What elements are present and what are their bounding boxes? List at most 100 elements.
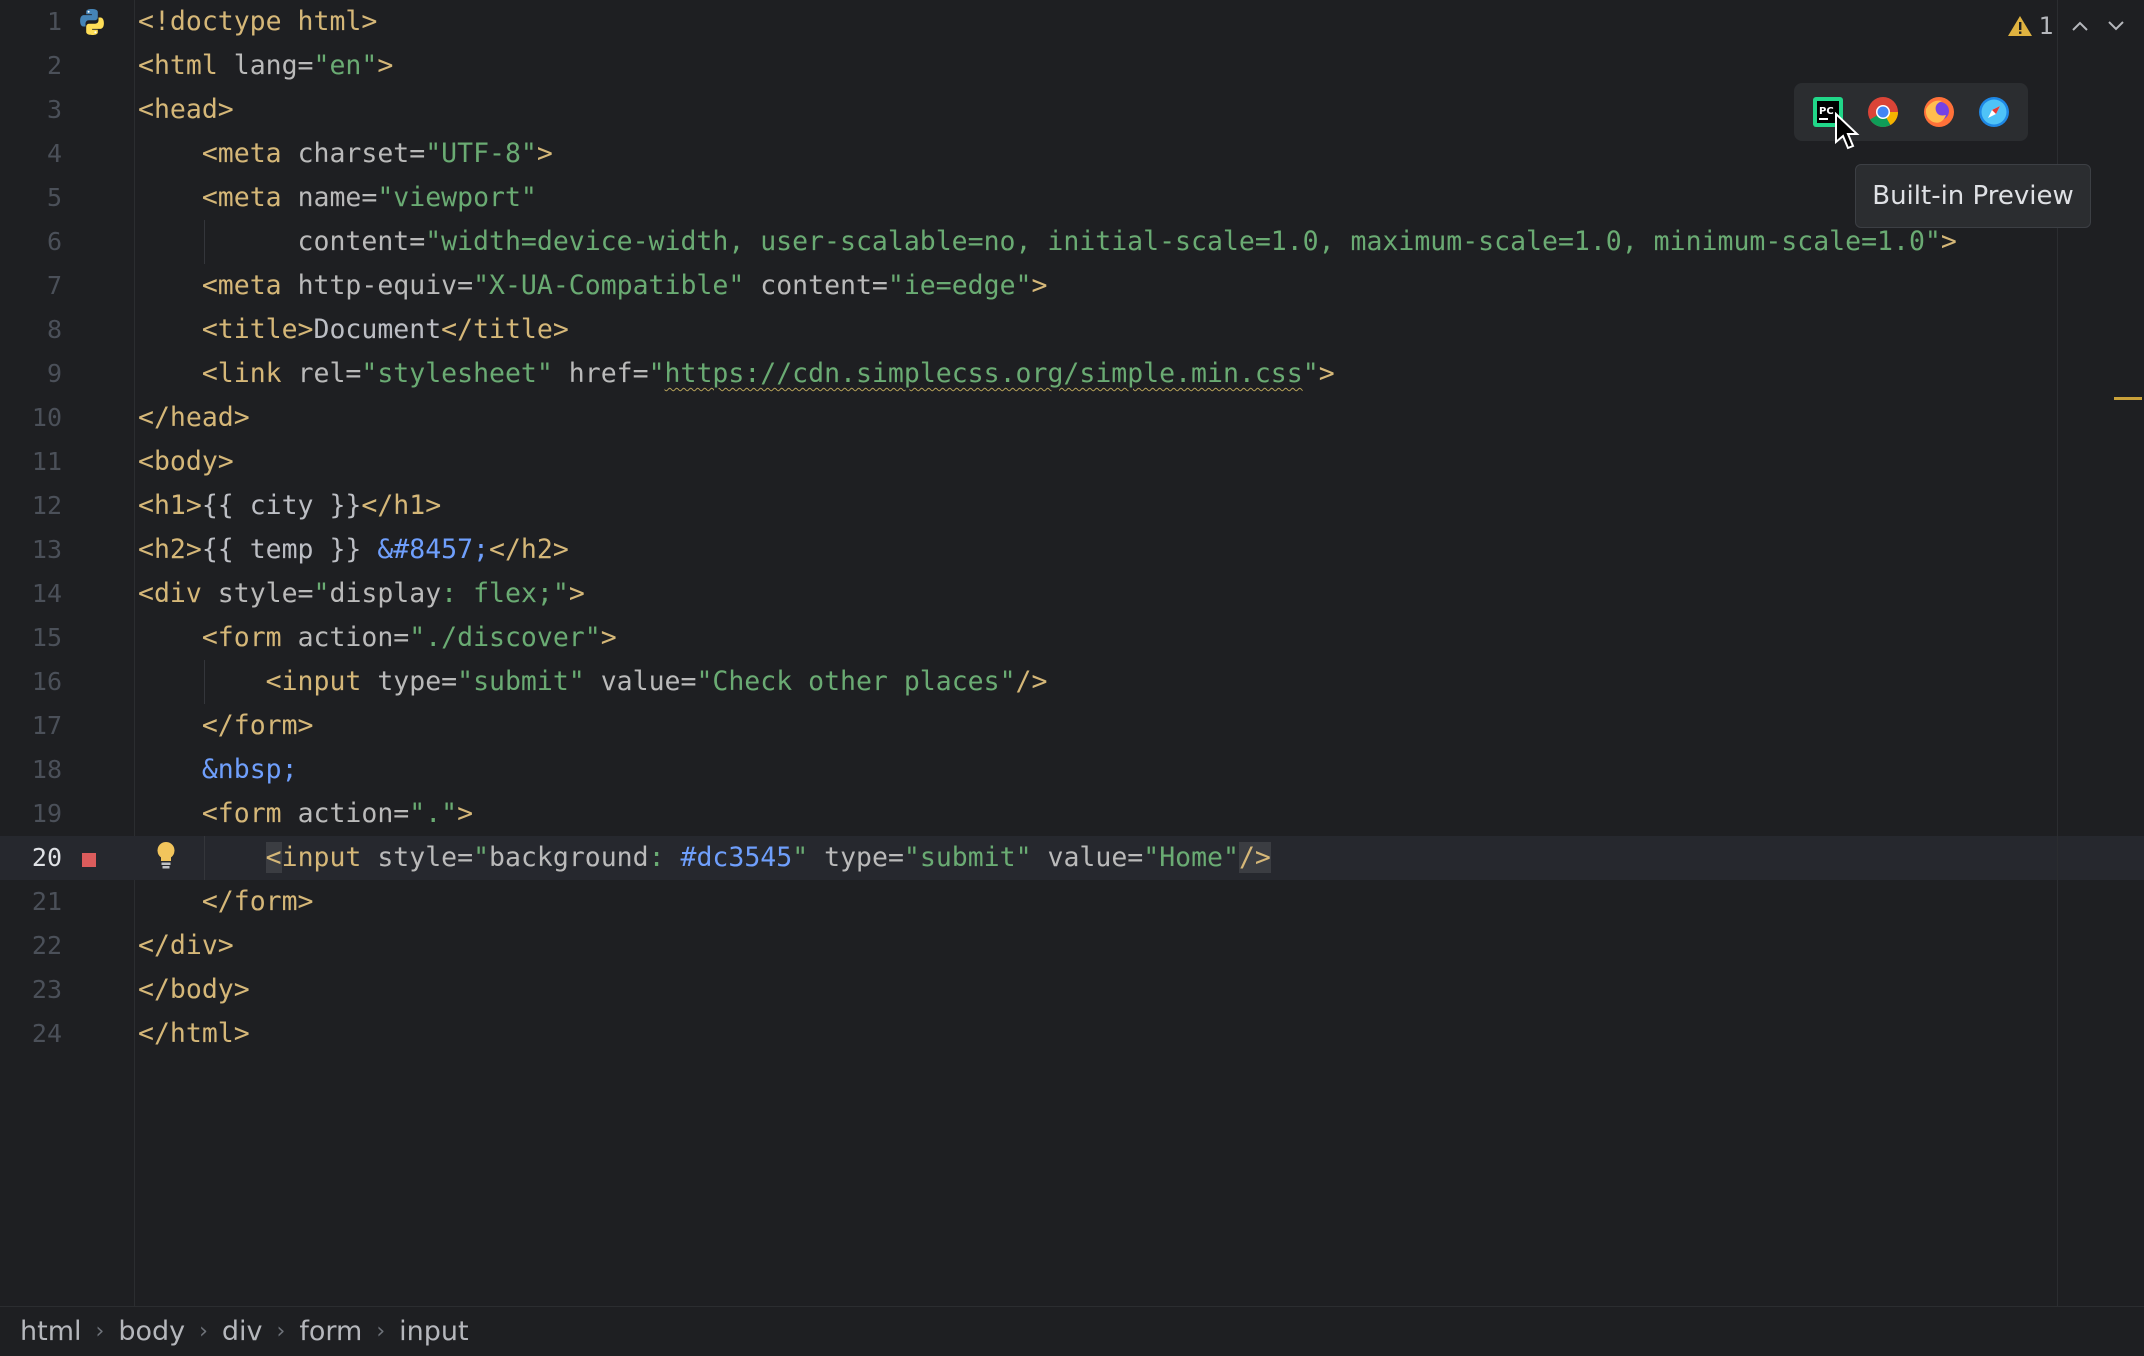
code-line[interactable]: 6 content="width=device-width, user-scal…: [0, 220, 2144, 264]
code-text[interactable]: <div style="display: flex;">: [138, 572, 585, 616]
code-text[interactable]: </div>: [138, 924, 234, 968]
code-text[interactable]: <h2>{{ temp }} &#8457;</h2>: [138, 528, 569, 572]
code-text[interactable]: <head>: [138, 88, 234, 132]
code-token: "./discover": [409, 622, 601, 653]
line-number[interactable]: 6: [0, 220, 62, 264]
code-text[interactable]: </form>: [138, 880, 314, 924]
line-number[interactable]: 8: [0, 308, 62, 352]
line-number[interactable]: 2: [0, 44, 62, 88]
code-text[interactable]: </html>: [138, 1012, 250, 1056]
line-number[interactable]: 3: [0, 88, 62, 132]
code-token: ": [473, 842, 490, 873]
code-text[interactable]: <!doctype html>: [138, 0, 377, 44]
code-line[interactable]: 16 <input type="submit" value="Check oth…: [0, 660, 2144, 704]
code-token: >: [457, 798, 474, 829]
safari-icon[interactable]: [1977, 95, 2011, 129]
code-text[interactable]: <input style="background: #dc3545" type=…: [138, 836, 1271, 880]
code-line[interactable]: 13 <h2>{{ temp }} &#8457;</h2>: [0, 528, 2144, 572]
code-editor[interactable]: 1 <!doctype html> 2 <html lang="en"> 3 <head>…: [0, 0, 2144, 1306]
code-line[interactable]: 18 &nbsp;: [0, 748, 2144, 792]
line-number[interactable]: 15: [0, 616, 62, 660]
code-line[interactable]: 17 </form>: [0, 704, 2144, 748]
inspection-widget[interactable]: 1: [2007, 8, 2126, 44]
code-text[interactable]: </body>: [138, 968, 250, 1012]
chevron-up-icon[interactable]: [2070, 19, 2090, 33]
line-number[interactable]: 12: [0, 484, 62, 528]
code-line[interactable]: 24 </html>: [0, 1012, 2144, 1056]
code-text[interactable]: <meta name="viewport": [138, 176, 537, 220]
line-number[interactable]: 17: [0, 704, 62, 748]
line-number[interactable]: 16: [0, 660, 62, 704]
code-line[interactable]: 22 </div>: [0, 924, 2144, 968]
line-number[interactable]: 19: [0, 792, 62, 836]
code-line[interactable]: 2 <html lang="en">: [0, 44, 2144, 88]
firefox-icon[interactable]: [1922, 95, 1956, 129]
line-number[interactable]: 9: [0, 352, 62, 396]
line-number[interactable]: 13: [0, 528, 62, 572]
warning-counter[interactable]: 1: [2007, 12, 2054, 40]
line-number[interactable]: 10: [0, 396, 62, 440]
code-text[interactable]: <html lang="en">: [138, 44, 393, 88]
line-number[interactable]: 22: [0, 924, 62, 968]
line-number[interactable]: 4: [0, 132, 62, 176]
code-text[interactable]: <title>Document</title>: [138, 308, 569, 352]
chrome-icon[interactable]: [1866, 95, 1900, 129]
code-line[interactable]: 5 <meta name="viewport": [0, 176, 2144, 220]
line-number[interactable]: 23: [0, 968, 62, 1012]
line-number[interactable]: 1: [0, 0, 62, 44]
breadcrumb-item-div[interactable]: div: [222, 1316, 263, 1347]
breadcrumb: html › body › div › form › input: [0, 1306, 2144, 1356]
lightbulb-icon[interactable]: [153, 840, 179, 872]
line-number[interactable]: 18: [0, 748, 62, 792]
code-line[interactable]: 7 <meta http-equiv="X-UA-Compatible" con…: [0, 264, 2144, 308]
code-line[interactable]: 9 <link rel="stylesheet" href="https://c…: [0, 352, 2144, 396]
line-number[interactable]: 21: [0, 880, 62, 924]
code-line[interactable]: 19 <form action=".">: [0, 792, 2144, 836]
code-token: <: [265, 842, 282, 873]
code-text[interactable]: &nbsp;: [138, 748, 298, 792]
code-text[interactable]: <h1>{{ city }}</h1>: [138, 484, 441, 528]
line-number[interactable]: 11: [0, 440, 62, 484]
breadcrumb-item-input[interactable]: input: [399, 1316, 468, 1347]
code-text[interactable]: <input type="submit" value="Check other …: [138, 660, 1048, 704]
breadcrumb-item-body[interactable]: body: [118, 1316, 185, 1347]
code-text[interactable]: <form action=".">: [138, 792, 473, 836]
code-text[interactable]: content="width=device-width, user-scalab…: [138, 220, 1957, 264]
code-text[interactable]: <meta charset="UTF-8">: [138, 132, 553, 176]
code-text[interactable]: </head>: [138, 396, 250, 440]
code-line[interactable]: 10 </head>: [0, 396, 2144, 440]
line-number[interactable]: 7: [0, 264, 62, 308]
code-line[interactable]: 12 <h1>{{ city }}</h1>: [0, 484, 2144, 528]
code-text[interactable]: <body>: [138, 440, 234, 484]
code-token: : flex;": [441, 578, 569, 609]
line-number[interactable]: 20: [0, 836, 62, 880]
svg-text:PC: PC: [1819, 106, 1834, 117]
line-number[interactable]: 24: [0, 1012, 62, 1056]
code-line[interactable]: 11 <body>: [0, 440, 2144, 484]
code-text[interactable]: <form action="./discover">: [138, 616, 617, 660]
line-number[interactable]: 5: [0, 176, 62, 220]
warning-stripe-marker[interactable]: [2114, 397, 2142, 400]
code-line[interactable]: 23 </body>: [0, 968, 2144, 1012]
python-file-icon: [80, 9, 104, 35]
code-text[interactable]: <link rel="stylesheet" href="https://cdn…: [138, 352, 1335, 396]
code-line[interactable]: 1 <!doctype html>: [0, 0, 2144, 44]
code-token: lang=: [233, 50, 314, 81]
code-line[interactable]: 21 </form>: [0, 880, 2144, 924]
line-number[interactable]: 14: [0, 572, 62, 616]
code-line[interactable]: 8 <title>Document</title>: [0, 308, 2144, 352]
breadcrumb-item-html[interactable]: html: [20, 1316, 82, 1347]
code-line[interactable]: 15 <form action="./discover">: [0, 616, 2144, 660]
code-line[interactable]: 14 <div style="display: flex;">: [0, 572, 2144, 616]
code-text[interactable]: </form>: [138, 704, 314, 748]
chevron-down-icon[interactable]: [2106, 19, 2126, 33]
breadcrumb-item-form[interactable]: form: [299, 1316, 362, 1347]
code-token: "submit": [903, 842, 1032, 873]
breakpoint-icon[interactable]: [82, 853, 96, 867]
code-text[interactable]: <meta http-equiv="X-UA-Compatible" conte…: [138, 264, 1048, 308]
code-line[interactable]: 20 <input style="background: #dc3545" ty…: [0, 836, 2144, 880]
warning-count: 1: [2038, 12, 2054, 40]
